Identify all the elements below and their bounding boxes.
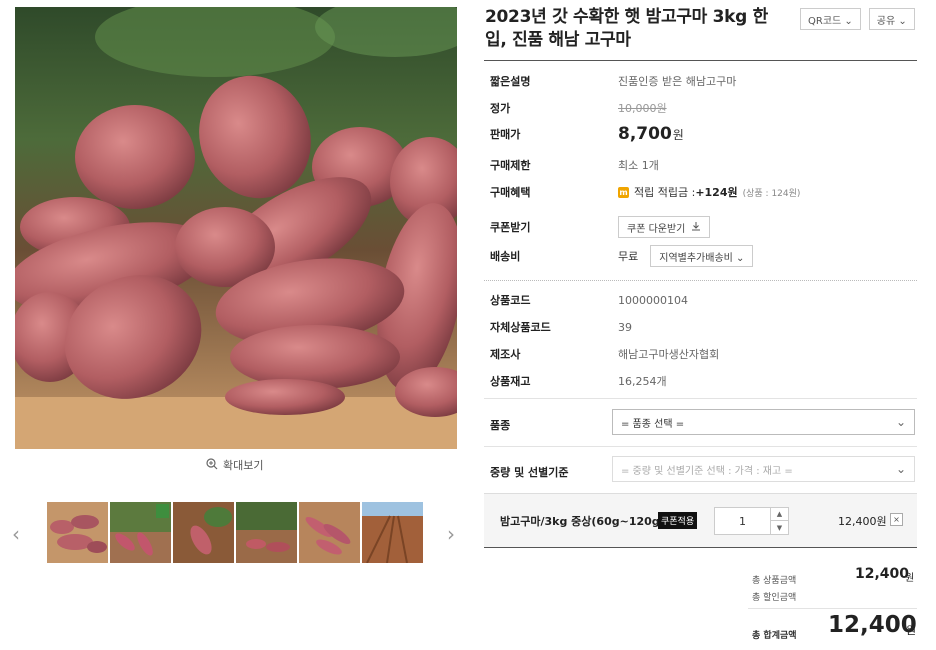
remove-option-button[interactable]: × xyxy=(890,513,903,526)
divider xyxy=(484,446,917,447)
weight-select-value: = 중량 및 선별기준 선택 : 가격 : 재고 = xyxy=(621,465,793,477)
stock-row: 상품재고 16,254개 xyxy=(490,373,667,389)
stock-value: 16,254개 xyxy=(618,375,667,388)
benefit-prefix: 적립 적립금 : xyxy=(634,186,696,199)
thumbnail-carousel: ‹ › xyxy=(10,502,465,566)
own-code-label: 자체상품코드 xyxy=(490,321,551,334)
coupon-download-label: 쿠폰 다운받기 xyxy=(627,223,686,235)
maker-value: 해남고구마생산자협회 xyxy=(618,348,720,361)
grand-total-unit: 원 xyxy=(906,624,917,637)
weight-label: 중량 및 선별기준 xyxy=(490,466,569,479)
divider xyxy=(748,608,917,609)
variety-select-value: = 품종 선택 = xyxy=(621,418,685,430)
short-desc-row: 짧은설명 진품인증 받은 해남고구마 xyxy=(490,73,736,89)
thumbnail-1[interactable] xyxy=(47,502,108,563)
qr-code-button[interactable]: QR코드 ⌄ xyxy=(800,8,861,30)
sale-price-row: 판매가 8,700 원 xyxy=(490,124,684,144)
list-price-value: 10,000원 xyxy=(618,102,667,115)
purchase-limit-label: 구매제한 xyxy=(490,159,531,172)
chevron-right-icon[interactable]: › xyxy=(447,522,455,546)
variety-select[interactable]: = 품종 선택 = ⌄ xyxy=(612,409,915,435)
purchase-limit-value: 최소 1개 xyxy=(618,159,659,172)
discount-label: 총 할인금액 xyxy=(752,593,797,603)
sale-price-label: 판매가 xyxy=(490,128,521,141)
short-desc-value: 진품인증 받은 해남고구마 xyxy=(618,75,737,88)
own-code-value: 39 xyxy=(618,320,632,334)
divider xyxy=(484,280,917,281)
chevron-left-icon[interactable]: ‹ xyxy=(12,522,20,546)
share-button[interactable]: 공유 ⌄ xyxy=(868,8,915,30)
variety-row: 품종 xyxy=(490,417,618,433)
magnifier-icon xyxy=(206,457,218,473)
weight-row: 중량 및 선별기준 xyxy=(490,464,618,480)
thumbnail-4[interactable] xyxy=(236,502,297,563)
benefit-row: 구매혜택 m 적립 적립금 : +124원 (상품 : 124원) xyxy=(490,184,800,200)
coupon-label: 쿠폰받기 xyxy=(490,221,531,234)
thumbnail-5[interactable] xyxy=(299,502,360,563)
sale-price-unit: 원 xyxy=(672,127,684,142)
maker-label: 제조사 xyxy=(490,348,521,361)
benefit-note: (상품 : 124원) xyxy=(742,188,801,199)
download-icon xyxy=(691,221,701,234)
divider xyxy=(484,398,917,399)
shipping-value: 무료 xyxy=(618,250,639,263)
shipping-label: 배송비 xyxy=(490,250,521,263)
purchase-limit-row: 구매제한 최소 1개 xyxy=(490,157,659,173)
list-price-label: 정가 xyxy=(490,102,511,115)
short-desc-label: 짧은설명 xyxy=(490,75,531,88)
selected-option-name: 밤고구마/3kg 중상(60g~120g) xyxy=(500,515,665,528)
sale-price-value: 8,700 xyxy=(618,124,672,144)
own-code-row: 자체상품코드 39 xyxy=(490,319,632,335)
product-title: 2023년 갓 수확한 햇 밤고구마 3kg 한입, 진품 해남 고구마 xyxy=(485,7,768,50)
coupon-applied-badge: 쿠폰적용 xyxy=(658,512,698,529)
quantity-decrease-button[interactable]: ▼ xyxy=(770,521,788,534)
quantity-input[interactable]: 1 xyxy=(715,508,770,534)
coupon-row: 쿠폰받기 쿠폰 다운받기 xyxy=(490,216,711,238)
zoom-label: 확대보기 xyxy=(223,459,264,472)
grand-total-value: 12,400 xyxy=(828,612,917,638)
product-code-label: 상품코드 xyxy=(490,294,531,307)
chevron-down-icon: ⌄ xyxy=(895,462,906,476)
weight-select[interactable]: = 중량 및 선별기준 선택 : 가격 : 재고 = ⌄ xyxy=(612,456,915,482)
variety-label: 품종 xyxy=(490,419,511,432)
total-product-value: 12,400 xyxy=(855,566,910,582)
divider xyxy=(484,60,917,61)
selected-option: 밤고구마/3kg 중상(60g~120g) 쿠폰적용 1 ▲ ▼ 12,400원… xyxy=(484,493,917,548)
selected-option-price: 12,400원 xyxy=(838,515,887,528)
stock-label: 상품재고 xyxy=(490,375,531,388)
product-code-row: 상품코드 1000000104 xyxy=(490,292,688,308)
maker-row: 제조사 해남고구마생산자협회 xyxy=(490,346,719,362)
thumbnail-2[interactable] xyxy=(110,502,171,563)
coupon-download-button[interactable]: 쿠폰 다운받기 xyxy=(618,216,711,238)
shipping-row: 배송비 무료 지역별추가배송비 ⌄ xyxy=(490,245,754,267)
list-price-row: 정가 10,000원 xyxy=(490,100,667,116)
quantity-increase-button[interactable]: ▲ xyxy=(770,508,788,521)
mileage-icon: m xyxy=(618,186,629,198)
benefit-label: 구매혜택 xyxy=(490,186,531,199)
zoom-button[interactable]: 확대보기 xyxy=(206,457,263,473)
benefit-amount: +124원 xyxy=(695,186,738,199)
total-product-label: 총 상품금액 xyxy=(752,576,797,586)
thumbnail-6[interactable] xyxy=(362,502,423,563)
grand-total-label: 총 합계금액 xyxy=(752,631,797,641)
product-main-image[interactable] xyxy=(15,7,457,449)
total-product-unit: 원 xyxy=(905,573,915,584)
quantity-stepper: 1 ▲ ▼ xyxy=(714,507,789,535)
product-code-value: 1000000104 xyxy=(618,293,688,307)
chevron-down-icon: ⌄ xyxy=(895,415,906,429)
regional-shipping-button[interactable]: 지역별추가배송비 ⌄ xyxy=(650,245,754,267)
thumbnail-3[interactable] xyxy=(173,502,234,563)
